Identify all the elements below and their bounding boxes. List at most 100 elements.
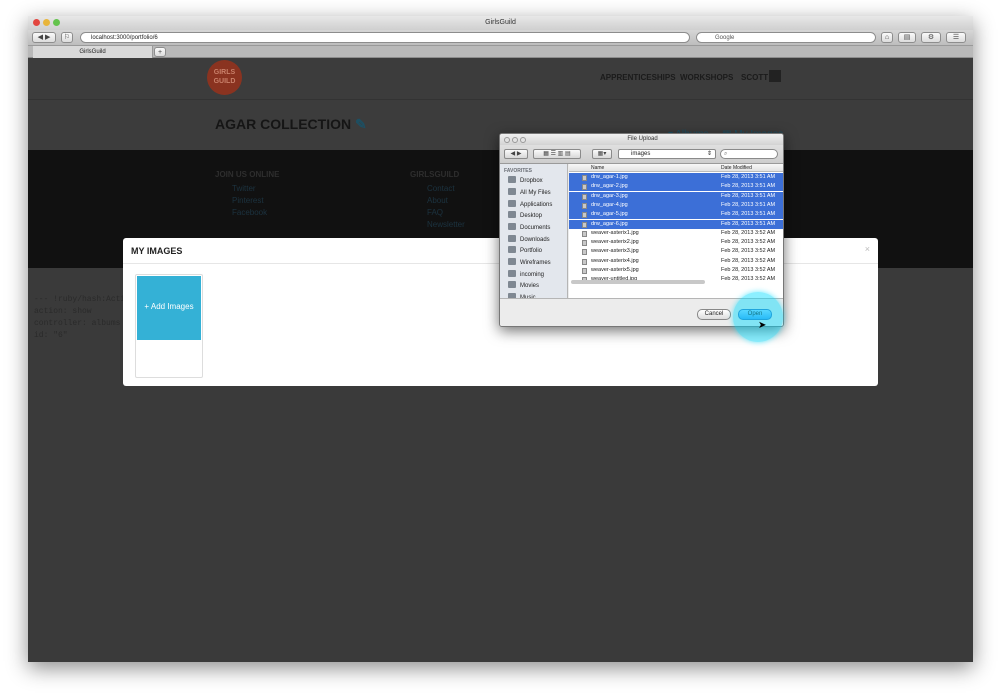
sidebar-item-desktop[interactable]: Desktop [508,211,542,222]
newsletter-link[interactable]: Newsletter [427,220,465,229]
image-file-icon [582,202,587,209]
image-file-icon [582,258,587,265]
cancel-button[interactable]: Cancel [697,309,731,320]
col-date-header[interactable]: Date Modified [721,165,752,171]
image-file-icon [582,240,587,247]
file-date: Feb 28, 2013 3:51 AM [721,174,776,180]
file-name: weaver-asterix3.jpg [591,248,639,255]
nav-apprenticeships[interactable]: APPRENTICESHIPS [600,73,676,82]
dialog-toolbar: ◀ ▶ ▦ ☰ ▥ ▤ ▦▾ images ⇕ ⌕ [500,145,783,164]
magnifier-icon: ⌕ [724,151,728,157]
bookmarks-icon[interactable]: ▤ [898,32,916,43]
tab-girlsguild[interactable]: GirlsGuild [33,46,153,58]
sidebar-item-documents[interactable]: Documents [508,223,550,234]
edit-icon[interactable]: ✎ [355,116,367,132]
arrange-button[interactable]: ▦▾ [592,149,612,159]
new-tab-button[interactable]: + [154,47,166,57]
dialog-zoom-icon[interactable] [520,137,526,143]
image-file-icon [582,184,587,191]
file-date: Feb 28, 2013 3:52 AM [721,267,776,273]
collection-title: AGAR COLLECTION [215,116,352,132]
file-name: drw_agar-5.jpg [591,211,628,218]
file-row[interactable]: drw_agar-4.jpg Feb 28, 2013 3:51 AM [569,200,783,210]
sidebar-label: Documents [520,225,551,231]
back-forward-buttons[interactable]: ◀ ▶ [32,32,56,43]
nav-user[interactable]: SCOTT [741,73,768,82]
add-images-card: + Add Images [135,274,203,378]
search-input[interactable]: Google [696,32,876,43]
search-placeholder: Google [715,35,735,41]
image-file-icon [582,268,587,274]
file-date: Feb 28, 2013 3:52 AM [721,239,776,246]
sidebar-item-dropbox[interactable]: Dropbox [508,176,543,187]
file-row[interactable]: drw_agar-1.jpg Feb 28, 2013 3:51 AM [569,173,783,182]
browser-window: GirlsGuild ◀ ▶ ⚐ localhost:3000/portfoli… [28,16,973,662]
debug-line: action: show [34,307,92,316]
file-name: weaver-asterix4.jpg [591,257,639,264]
file-date: Feb 28, 2013 3:51 AM [721,220,776,227]
folder-icon [508,246,516,253]
debug-line: controller: albums [34,319,121,328]
sidebar-item-portfolio[interactable]: Portfolio [508,246,542,257]
pinterest-link[interactable]: Pinterest [232,196,264,205]
file-row[interactable]: drw_agar-6.jpg Feb 28, 2013 3:51 AM [569,219,783,229]
shield-icon[interactable]: ⚐ [61,32,73,43]
dialog-back-forward[interactable]: ◀ ▶ [504,149,528,159]
file-row[interactable]: weaver-asterix4.jpg Feb 28, 2013 3:52 AM [569,257,783,266]
file-list-header: Name Date Modified [569,164,783,172]
facebook-link[interactable]: Facebook [232,208,267,217]
add-images-button[interactable]: + Add Images [137,276,201,340]
file-row[interactable]: weaver-asterix1.jpg Feb 28, 2013 3:52 AM [569,229,783,238]
file-date: Feb 28, 2013 3:51 AM [721,211,776,218]
sidebar-item-downloads[interactable]: Downloads [508,235,550,246]
sidebar-item-incoming[interactable]: incoming [508,270,544,281]
dialog-search-input[interactable]: ⌕ [720,149,778,159]
top-nav: GIRLS GUILD APPRENTICESHIPS WORKSHOPS SC… [28,58,973,100]
minimize-window-icon[interactable] [43,19,50,26]
extensions-icon[interactable]: ⚙ [921,32,941,43]
file-name: drw_agar-4.jpg [591,201,628,208]
zoom-window-icon[interactable] [53,19,60,26]
file-name: drw_agar-2.jpg [591,183,628,190]
file-name: weaver-asterix5.jpg [591,267,639,273]
file-name: drw_agar-6.jpg [591,220,628,227]
dialog-minimize-icon[interactable] [512,137,518,143]
col-name-header[interactable]: Name [591,165,604,171]
file-date: Feb 28, 2013 3:51 AM [721,192,776,199]
sidebar-item-wireframes[interactable]: Wireframes [508,258,551,269]
girlsguild-logo[interactable]: GIRLS GUILD [207,60,242,95]
horizontal-scrollbar[interactable] [571,280,705,284]
debug-line: id: "6" [34,331,68,340]
close-window-icon[interactable] [33,19,40,26]
address-bar[interactable]: localhost:3000/portfolio/6 [80,32,690,43]
file-row[interactable]: weaver-asterix3.jpg Feb 28, 2013 3:52 AM [569,247,783,256]
view-mode-buttons[interactable]: ▦ ☰ ▥ ▤ [533,149,581,159]
folder-icon [508,258,516,265]
click-highlight [733,292,783,342]
faq-link[interactable]: FAQ [427,208,443,217]
nav-workshops[interactable]: WORKSHOPS [680,73,733,82]
settings-icon[interactable]: ☰ [946,32,966,43]
twitter-link[interactable]: Twitter [232,184,256,193]
file-name: weaver-asterix2.jpg [591,239,639,246]
file-row[interactable]: drw_agar-2.jpg Feb 28, 2013 3:51 AM [569,182,783,192]
folder-popup[interactable]: images ⇕ [618,149,716,159]
file-row[interactable]: weaver-asterix5.jpg Feb 28, 2013 3:52 AM [569,266,783,275]
sidebar-label: All My Files [520,190,551,196]
sidebar-label: Wireframes [520,260,551,266]
file-row[interactable]: weaver-asterix2.jpg Feb 28, 2013 3:52 AM [569,238,783,247]
sidebar-item-applications[interactable]: Applications [508,200,552,211]
about-link[interactable]: About [427,196,448,205]
contact-link[interactable]: Contact [427,184,455,193]
sidebar-item-all-my-files[interactable]: All My Files [508,188,551,199]
image-file-icon [582,221,587,228]
desktop-icon [508,211,516,218]
image-file-icon [582,230,587,237]
modal-close-button[interactable]: × [865,244,870,254]
file-row[interactable]: drw_agar-3.jpg Feb 28, 2013 3:51 AM [569,191,783,201]
avatar[interactable] [769,70,781,82]
home-icon[interactable]: ⌂ [881,32,893,43]
sidebar-item-movies[interactable]: Movies [508,281,539,292]
file-row[interactable]: drw_agar-5.jpg Feb 28, 2013 3:51 AM [569,210,783,220]
dialog-close-icon[interactable] [504,137,510,143]
